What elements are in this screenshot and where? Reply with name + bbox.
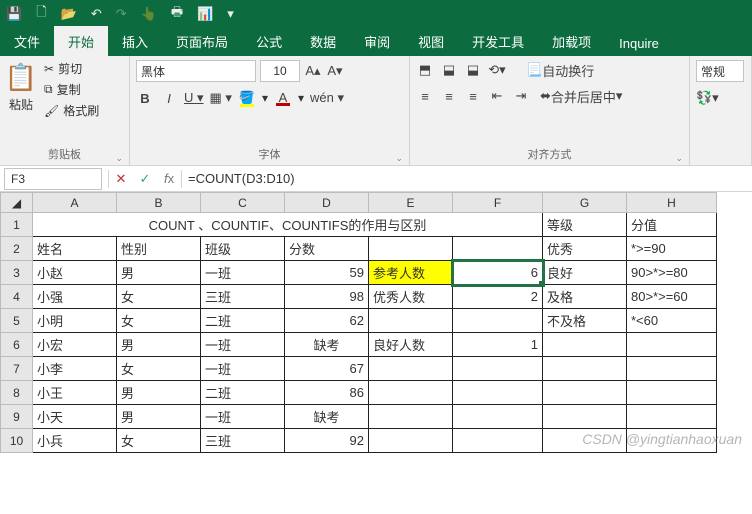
tab-view[interactable]: 视图: [404, 26, 458, 56]
cell-F3-selected[interactable]: 6: [453, 261, 543, 285]
title-cell[interactable]: COUNT 、COUNTIF、COUNTIFS的作用与区别: [33, 213, 543, 237]
cancel-icon[interactable]: ✕: [109, 171, 133, 187]
cell-G1[interactable]: 等级: [543, 213, 627, 237]
align-center-icon[interactable]: ≡: [440, 86, 458, 106]
chart-icon[interactable]: 📊: [197, 6, 213, 22]
cell-E3[interactable]: 参考人数: [369, 261, 453, 285]
row-2: 2 姓名性别班级分数 优秀*>=90: [1, 237, 717, 261]
fx-icon[interactable]: fx: [157, 171, 181, 186]
tab-inquire[interactable]: Inquire: [605, 30, 673, 56]
enter-icon[interactable]: ✓: [133, 171, 157, 187]
print-icon[interactable]: 🖶: [171, 3, 183, 25]
number-format-combo[interactable]: 常规: [696, 60, 744, 82]
orientation-icon[interactable]: ⟲▾: [488, 60, 506, 80]
paste-button[interactable]: 粘贴: [9, 96, 33, 113]
row-7: 7 小李女一班67: [1, 357, 717, 381]
touch-icon[interactable]: 👆: [141, 6, 157, 22]
tab-file[interactable]: 文件: [0, 26, 54, 56]
formula-bar: F3 ✕ ✓ fx =COUNT(D3:D10): [0, 166, 752, 192]
row-6: 6 小宏男一班缺考良好人数1: [1, 333, 717, 357]
row-8: 8 小王男二班86: [1, 381, 717, 405]
row-5: 5 小明女二班62 不及格*<60: [1, 309, 717, 333]
cut-button[interactable]: ✂剪切: [44, 60, 99, 77]
align-bottom-icon[interactable]: ⬓: [464, 60, 482, 80]
tab-review[interactable]: 审阅: [350, 26, 404, 56]
qat-more-icon[interactable]: ▾: [227, 6, 234, 22]
increase-indent-icon[interactable]: ⇥: [512, 86, 530, 106]
tab-formulas[interactable]: 公式: [242, 26, 296, 56]
fill-color-button[interactable]: 🪣: [238, 88, 256, 108]
group-clipboard-label: 剪贴板: [6, 145, 123, 163]
spreadsheet-grid[interactable]: ◢ A B C D E F G H 1 COUNT 、COUNTIF、COUNT…: [0, 192, 752, 453]
name-box[interactable]: F3: [4, 168, 102, 190]
bold-button[interactable]: B: [136, 88, 154, 108]
wrap-text-button[interactable]: 📃 自动换行: [526, 60, 594, 80]
grow-font-icon[interactable]: A▴: [304, 61, 322, 81]
new-icon[interactable]: 🗋: [36, 3, 46, 25]
col-G[interactable]: G: [543, 193, 627, 213]
align-middle-icon[interactable]: ⬓: [440, 60, 458, 80]
cell-H1[interactable]: 分值: [627, 213, 717, 237]
group-align-label: 对齐方式: [416, 145, 683, 163]
row-4: 4 小强女三班98优秀人数2 及格80>*>=60: [1, 285, 717, 309]
decrease-indent-icon[interactable]: ⇤: [488, 86, 506, 106]
copy-button[interactable]: ⧉复制: [44, 81, 99, 98]
tab-home[interactable]: 开始: [54, 26, 108, 56]
shrink-font-icon[interactable]: A▾: [326, 61, 344, 81]
col-A[interactable]: A: [33, 193, 117, 213]
tab-dev[interactable]: 开发工具: [458, 26, 538, 56]
group-font-label: 字体: [136, 145, 403, 163]
col-C[interactable]: C: [201, 193, 285, 213]
save-icon[interactable]: 💾: [6, 6, 22, 22]
brush-icon: 🖌: [44, 104, 59, 118]
col-H[interactable]: H: [627, 193, 717, 213]
italic-button[interactable]: I: [160, 88, 178, 108]
row-3: 3 小赵男一班59参考人数6 良好90>*>=80: [1, 261, 717, 285]
tab-data[interactable]: 数据: [296, 26, 350, 56]
ribbon: 📋 粘贴 ✂剪切 ⧉复制 🖌格式刷 剪贴板 黑体 10 A▴ A▾ B I U …: [0, 56, 752, 166]
phonetic-button[interactable]: wén ▾: [310, 88, 344, 108]
align-top-icon[interactable]: ⬒: [416, 60, 434, 80]
quick-access-toolbar: 💾 🗋 📂 ↶ ↷ 👆 🖶 📊 ▾: [0, 0, 752, 28]
watermark: CSDN @yingtianhaoxuan: [582, 431, 742, 447]
col-B[interactable]: B: [117, 193, 201, 213]
column-headers[interactable]: ◢ A B C D E F G H: [1, 193, 717, 213]
underline-button[interactable]: U ▾: [184, 88, 204, 108]
select-all-corner[interactable]: ◢: [1, 193, 33, 213]
border-button[interactable]: ▦ ▾: [210, 88, 232, 108]
row-1: 1 COUNT 、COUNTIF、COUNTIFS的作用与区别 等级 分值: [1, 213, 717, 237]
tab-layout[interactable]: 页面布局: [162, 26, 242, 56]
undo-icon[interactable]: ↶: [91, 6, 102, 22]
format-painter-button[interactable]: 🖌格式刷: [44, 102, 99, 119]
ribbon-tabs: 文件 开始 插入 页面布局 公式 数据 审阅 视图 开发工具 加载项 Inqui…: [0, 28, 752, 56]
merge-center-button[interactable]: ⬌ 合并后居中 ▾: [540, 86, 622, 106]
currency-icon[interactable]: 💱▾: [696, 88, 719, 108]
col-D[interactable]: D: [285, 193, 369, 213]
scissors-icon: ✂: [44, 62, 54, 76]
align-right-icon[interactable]: ≡: [464, 86, 482, 106]
font-name-combo[interactable]: 黑体: [136, 60, 256, 82]
font-size-combo[interactable]: 10: [260, 60, 300, 82]
tab-addins[interactable]: 加载项: [538, 26, 605, 56]
col-F[interactable]: F: [453, 193, 543, 213]
open-icon[interactable]: 📂: [61, 6, 77, 22]
redo-icon[interactable]: ↷: [116, 6, 127, 22]
font-color-button[interactable]: A: [274, 88, 292, 108]
formula-input[interactable]: =COUNT(D3:D10): [182, 171, 752, 186]
align-left-icon[interactable]: ≡: [416, 86, 434, 106]
paste-icon[interactable]: 📋: [6, 60, 36, 94]
col-E[interactable]: E: [369, 193, 453, 213]
row-9: 9 小天男一班缺考: [1, 405, 717, 429]
copy-icon: ⧉: [44, 82, 53, 97]
tab-insert[interactable]: 插入: [108, 26, 162, 56]
